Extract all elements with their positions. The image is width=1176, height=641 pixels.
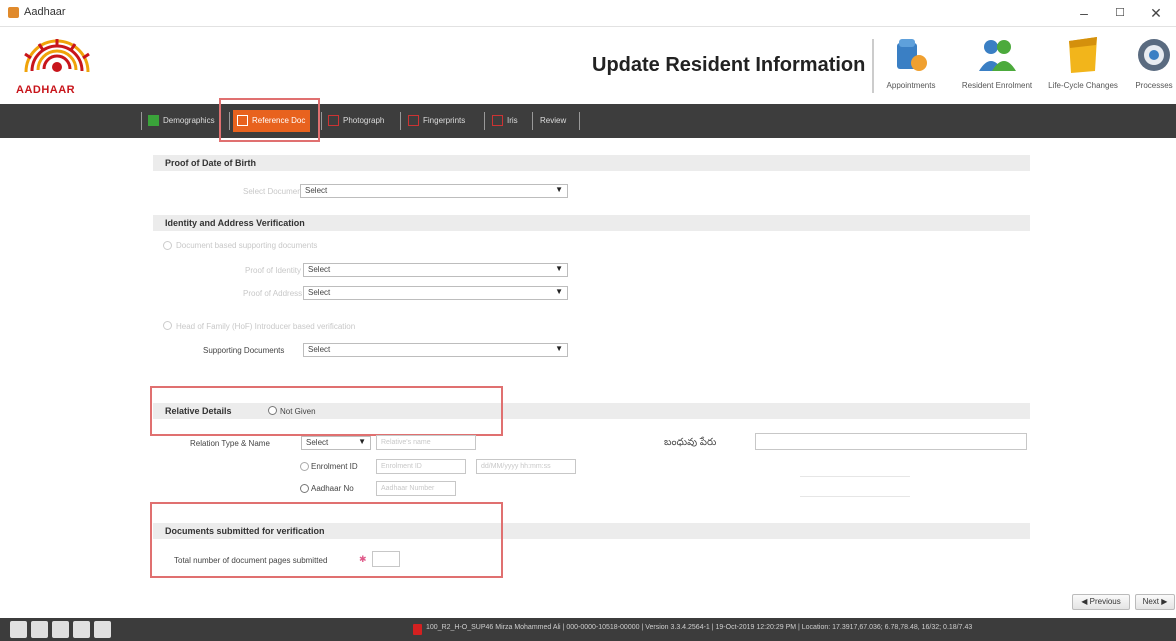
active-tab-highlight [219, 98, 320, 142]
enrolment-id-input[interactable]: Enrolment ID [376, 459, 466, 474]
enrolment-date-input[interactable]: dd/MM/yyyy hh:mm:ss [476, 459, 576, 474]
tab-label: Fingerprints [423, 116, 466, 125]
tab-status-icon [492, 115, 503, 127]
status-alert-icon [413, 624, 422, 635]
step-tab-bar: Demographics Reference Doc Photograph Fi… [0, 104, 1176, 138]
tab-label: Review [540, 116, 567, 125]
hof-based-radio[interactable] [163, 321, 172, 330]
tab-status-icon [408, 115, 419, 127]
documents-highlight [150, 502, 503, 578]
logo-text: AADHAAR [16, 84, 76, 96]
appointments-label: Appointments [886, 81, 936, 90]
select-value: Select [308, 265, 331, 274]
dropdown-arrow-icon: ▼ [555, 185, 563, 194]
local-name-label: బంధువు పేరు [664, 437, 717, 448]
mouse-icon[interactable] [31, 621, 48, 638]
tab-label: Iris [507, 116, 518, 125]
dropdown-arrow-icon: ▼ [358, 437, 366, 446]
app-header: AADHAAR Update Resident Information Appo… [0, 27, 1176, 102]
poi-label: Proof of Identity [245, 266, 302, 275]
select-value: Select [306, 438, 329, 447]
poa-select[interactable]: Select ▼ [303, 286, 568, 300]
aadhaar-no-label: Aadhaar No [311, 484, 354, 493]
faint-divider [800, 496, 910, 497]
relative-details-highlight [150, 386, 503, 436]
poi-select[interactable]: Select ▼ [303, 263, 568, 277]
resident-enrolment-label: Resident Enrolment [961, 81, 1033, 90]
tab-fingerprints[interactable]: Fingerprints [404, 110, 470, 132]
appointments-button[interactable]: Appointments [866, 29, 956, 101]
minimize-button[interactable]: – [1066, 0, 1102, 26]
document-based-label: Document based supporting documents [176, 241, 318, 250]
hof-based-label: Head of Family (HoF) Introducer based ve… [176, 322, 356, 331]
tab-status-icon [328, 115, 339, 127]
status-text: 100_R2_H-O_SUP46 Mirza Mohammed Ali | 00… [426, 624, 973, 631]
resident-enrolment-icon [979, 40, 1016, 71]
tab-separator [400, 112, 401, 130]
processes-icon [1138, 39, 1170, 71]
status-bar: 100_R2_H-O_SUP46 Mirza Mohammed Ali | 00… [0, 618, 1176, 641]
relative-name-input[interactable]: Relative's name [376, 435, 476, 450]
dob-document-label: Select Document [243, 187, 304, 196]
dropdown-arrow-icon: ▼ [555, 264, 563, 273]
user-icon[interactable] [10, 621, 27, 638]
local-name-input[interactable] [755, 433, 1027, 450]
proof-dob-heading: Proof of Date of Birth [165, 158, 256, 168]
next-button[interactable]: Next ▶ [1135, 594, 1175, 610]
select-value: Select [308, 288, 331, 297]
processes-label: Processes [1135, 81, 1173, 90]
select-value: Select [308, 345, 331, 354]
enrolment-id-label: Enrolment ID [311, 462, 358, 471]
appointments-icon [897, 39, 927, 71]
tab-separator [141, 112, 142, 130]
page-title: Update Resident Information [592, 54, 866, 76]
tab-label: Demographics [163, 116, 215, 125]
poa-label: Proof of Address [243, 289, 303, 298]
aadhaar-no-input[interactable]: Aadhaar Number [376, 481, 456, 496]
relation-type-select[interactable]: Select ▼ [301, 436, 371, 450]
select-value: Select [305, 186, 328, 195]
tab-demographics[interactable]: Demographics [144, 110, 220, 132]
previous-button[interactable]: ◀ Previous [1072, 594, 1130, 610]
tab-review[interactable]: Review [536, 110, 571, 132]
tab-separator [484, 112, 485, 130]
document-based-radio[interactable] [163, 241, 172, 250]
tab-separator [579, 112, 580, 130]
app-icon [8, 7, 19, 18]
resident-enrolment-button[interactable]: Resident Enrolment [952, 29, 1042, 101]
supporting-documents-select[interactable]: Select ▼ [303, 343, 568, 357]
proof-dob-section-header: Proof of Date of Birth [153, 155, 1030, 171]
aadhaar-no-radio[interactable] [300, 484, 309, 493]
aadhaar-logo: AADHAAR [14, 37, 100, 99]
life-cycle-changes-icon [1069, 37, 1097, 73]
window-title-bar: Aadhaar – ☐ ✕ [0, 0, 1176, 27]
relation-type-label: Relation Type & Name [190, 439, 270, 448]
tab-photograph[interactable]: Photograph [324, 110, 389, 132]
eye-icon[interactable] [52, 621, 69, 638]
identity-heading: Identity and Address Verification [165, 218, 305, 228]
life-cycle-changes-label: Life-Cycle Changes [1048, 81, 1118, 90]
identity-section-header: Identity and Address Verification [153, 215, 1030, 231]
enrolment-id-radio[interactable] [300, 462, 309, 471]
tab-separator [532, 112, 533, 130]
window-title: Aadhaar [24, 6, 66, 18]
maximize-button[interactable]: ☐ [1102, 0, 1138, 26]
close-button[interactable]: ✕ [1138, 0, 1174, 26]
dropdown-arrow-icon: ▼ [555, 287, 563, 296]
tab-separator [321, 112, 322, 130]
tab-status-icon [148, 115, 159, 127]
printer-icon[interactable] [73, 621, 90, 638]
faint-divider [800, 476, 910, 477]
processes-button[interactable]: Processes [1124, 29, 1176, 101]
tab-label: Photograph [343, 116, 385, 125]
supporting-documents-label: Supporting Documents [203, 346, 285, 355]
dropdown-arrow-icon: ▼ [555, 344, 563, 353]
dob-document-select[interactable]: Select ▼ [300, 184, 568, 198]
tab-iris[interactable]: Iris [488, 110, 523, 132]
globe-icon[interactable] [94, 621, 111, 638]
life-cycle-changes-button[interactable]: Life-Cycle Changes [1038, 29, 1128, 101]
